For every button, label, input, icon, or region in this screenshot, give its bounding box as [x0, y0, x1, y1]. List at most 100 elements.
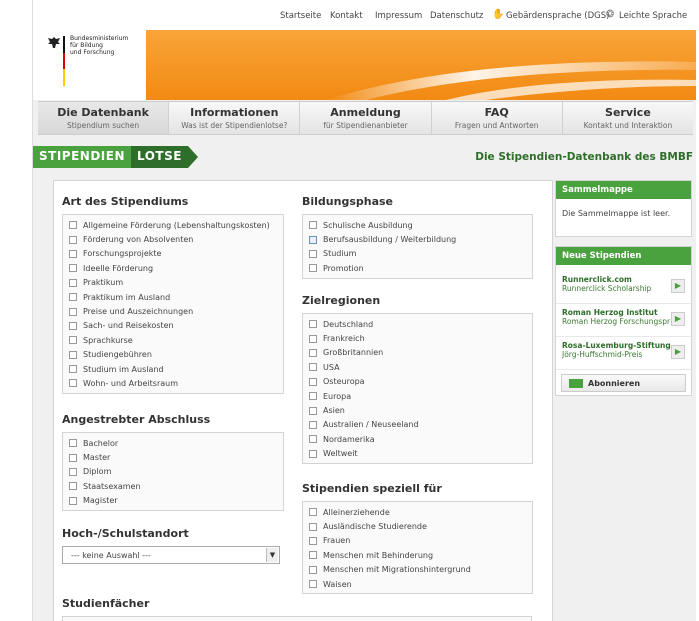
checkbox[interactable]: [309, 221, 317, 230]
checkbox-option[interactable]: Frankreich: [303, 331, 532, 345]
checkbox[interactable]: [309, 392, 317, 401]
checkbox-option[interactable]: Promotion: [303, 261, 532, 275]
checkbox-option[interactable]: Studium: [303, 247, 532, 261]
checkbox[interactable]: [69, 496, 77, 505]
checkbox[interactable]: [69, 482, 77, 491]
new-scholarship-item[interactable]: Roman Herzog Institut Roman Herzog Forsc…: [556, 304, 691, 337]
new-scholarship-item[interactable]: Runnerclick.com Runnerclick Scholarship …: [556, 271, 691, 304]
checkbox[interactable]: [309, 348, 317, 357]
checkbox-option[interactable]: Allgemeine Förderung (Lebenshaltungskost…: [63, 218, 283, 232]
checkbox-option[interactable]: Studium im Ausland: [63, 362, 283, 376]
checkbox-option[interactable]: Australien / Neuseeland: [303, 418, 532, 432]
group-title: Zielregionen: [302, 294, 381, 307]
arrow-right-icon[interactable]: ▶: [671, 312, 685, 326]
checkbox-option[interactable]: Forschungsprojekte: [63, 247, 283, 261]
checkbox[interactable]: [309, 420, 317, 429]
tab-service[interactable]: Service Kontakt und Interaktion: [562, 102, 694, 134]
checkbox-option[interactable]: Osteuropa: [303, 375, 532, 389]
database-title: Die Stipendien-Datenbank des BMBF: [475, 151, 693, 163]
nav-link-gebaerdensprache[interactable]: Gebärdensprache (DGS): [506, 11, 609, 21]
checkbox-option[interactable]: Europa: [303, 389, 532, 403]
checkbox[interactable]: [69, 467, 77, 476]
checkbox[interactable]: [69, 453, 77, 462]
checkbox-option[interactable]: Praktikum im Ausland: [63, 290, 283, 304]
checkbox-option[interactable]: Weltweit: [303, 447, 532, 461]
checkbox-option[interactable]: Deutschland: [303, 317, 532, 331]
checkbox-option[interactable]: Frauen: [303, 534, 532, 548]
checkbox-option[interactable]: Menschen mit Migrationshintergrund: [303, 563, 532, 577]
checkbox-option[interactable]: Schulische Ausbildung: [303, 218, 532, 232]
checkbox[interactable]: [69, 249, 77, 258]
checkbox-option[interactable]: Waisen: [303, 577, 532, 591]
checkbox-option[interactable]: Alleinerziehende: [303, 505, 532, 519]
checkbox-option[interactable]: Menschen mit Behinderung: [303, 548, 532, 562]
checkbox[interactable]: [69, 307, 77, 316]
studienfaecher-box[interactable]: [62, 616, 532, 621]
checkbox[interactable]: [309, 551, 317, 560]
checkbox[interactable]: [309, 264, 317, 273]
checkbox[interactable]: [69, 278, 77, 287]
checkbox[interactable]: [309, 522, 317, 531]
checkbox-option[interactable]: Sach- und Reisekosten: [63, 319, 283, 333]
tab-informationen[interactable]: Informationen Was ist der Stipendienlots…: [169, 102, 301, 134]
checkbox[interactable]: [309, 406, 317, 415]
checkbox-option[interactable]: Magister: [63, 494, 283, 508]
checkbox-option[interactable]: Studiengebühren: [63, 348, 283, 362]
checkbox[interactable]: [309, 377, 317, 386]
nav-link-datenschutz[interactable]: Datenschutz: [430, 11, 483, 21]
checkbox-option[interactable]: Preise und Auszeichnungen: [63, 304, 283, 318]
checkbox-option[interactable]: Ideelle Förderung: [63, 261, 283, 275]
checkbox-option[interactable]: Asien: [303, 403, 532, 417]
checkbox[interactable]: [309, 320, 317, 329]
tab-anmeldung[interactable]: Anmeldung für Stipendienanbieter: [300, 102, 432, 134]
checkbox[interactable]: [69, 235, 77, 244]
bmbf-logo[interactable]: Bundesministerium für Bildung und Forsch…: [33, 30, 146, 100]
checkbox-option[interactable]: Diplom: [63, 465, 283, 479]
checkbox[interactable]: [309, 235, 317, 244]
checkbox[interactable]: [309, 449, 317, 458]
standort-select[interactable]: --- keine Auswahl --- ▼: [62, 546, 280, 564]
chevron-down-icon[interactable]: ▼: [266, 548, 278, 562]
nav-link-impressum[interactable]: Impressum: [375, 11, 422, 21]
checkbox-option[interactable]: Ausländische Studierende: [303, 519, 532, 533]
checkbox[interactable]: [69, 439, 77, 448]
checkbox-option[interactable]: Sprachkurse: [63, 333, 283, 347]
checkbox[interactable]: [69, 379, 77, 388]
checkbox[interactable]: [69, 365, 77, 374]
arrow-right-icon[interactable]: ▶: [671, 279, 685, 293]
checkbox-option[interactable]: Förderung von Absolventen: [63, 232, 283, 246]
checkbox[interactable]: [69, 264, 77, 273]
new-scholarship-item[interactable]: Rosa-Luxemburg-Stiftung Jörg-Huffschmid-…: [556, 337, 691, 370]
checkbox-option[interactable]: Großbritannien: [303, 346, 532, 360]
checkbox[interactable]: [69, 336, 77, 345]
checkbox-option[interactable]: Master: [63, 450, 283, 464]
checkbox-option[interactable]: Nordamerika: [303, 432, 532, 446]
checkbox[interactable]: [69, 321, 77, 330]
checkbox[interactable]: [69, 293, 77, 302]
checkbox-option[interactable]: Praktikum: [63, 276, 283, 290]
checkbox[interactable]: [309, 508, 317, 517]
checkbox[interactable]: [69, 221, 77, 230]
checkbox[interactable]: [69, 350, 77, 359]
checkbox-option[interactable]: Wohn- und Arbeitsraum: [63, 376, 283, 390]
tab-faq[interactable]: FAQ Fragen und Antworten: [431, 102, 563, 134]
checkbox[interactable]: [309, 435, 317, 444]
checkbox-label: Ideelle Förderung: [83, 263, 154, 273]
nav-link-startseite[interactable]: Startseite: [280, 11, 321, 21]
checkbox-option[interactable]: Staatsexamen: [63, 479, 283, 493]
checkbox[interactable]: [309, 536, 317, 545]
subscribe-button[interactable]: Abonnieren: [561, 374, 686, 392]
checkbox-option[interactable]: Berufsausbildung / Weiterbildung: [303, 232, 532, 246]
checkbox[interactable]: [309, 580, 317, 589]
tab-datenbank[interactable]: Die Datenbank Stipendium suchen: [38, 102, 170, 134]
nav-link-leichte-sprache[interactable]: Leichte Sprache: [619, 11, 687, 21]
checkbox[interactable]: [309, 249, 317, 258]
checkbox[interactable]: [309, 363, 317, 372]
nav-link-kontakt[interactable]: Kontakt: [330, 11, 363, 21]
checkbox[interactable]: [309, 565, 317, 574]
stipendienlotse-logo[interactable]: STIPENDIEN LOTSE: [33, 146, 198, 168]
arrow-right-icon[interactable]: ▶: [671, 345, 685, 359]
checkbox[interactable]: [309, 334, 317, 343]
checkbox-option[interactable]: Bachelor: [63, 436, 283, 450]
checkbox-option[interactable]: USA: [303, 360, 532, 374]
